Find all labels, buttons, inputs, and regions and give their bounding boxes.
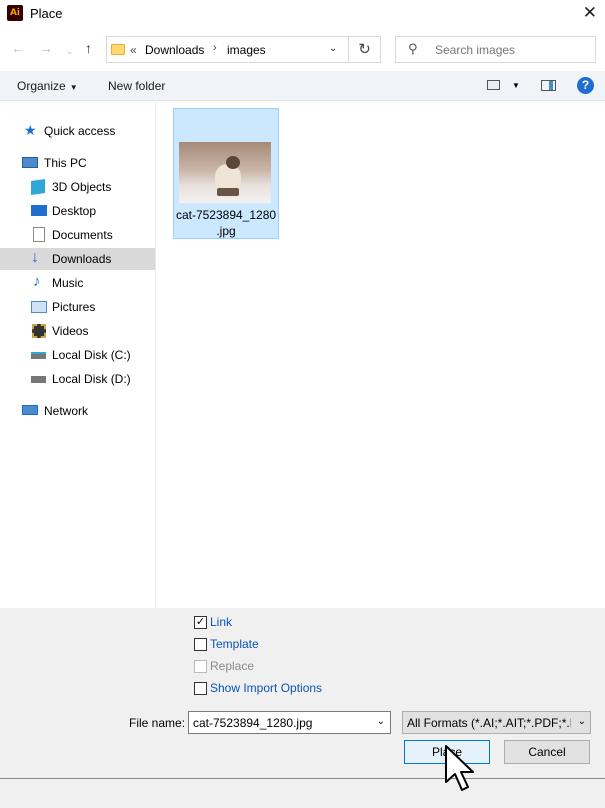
navigation-bar: ← → ⌄ ↑ « Downloads › images ⌄ ↻ ⚲ Searc… [0, 32, 605, 66]
chevron-down-icon[interactable]: ⌄ [377, 716, 385, 727]
refresh-button[interactable]: ↻ [349, 36, 381, 63]
organize-label: Organize [17, 79, 66, 93]
document-icon [33, 227, 45, 242]
organize-button[interactable]: Organize ▼ [17, 79, 78, 93]
sidebar-item-label: Network [44, 404, 89, 418]
sidebar-item-label: Local Disk (C:) [52, 348, 131, 362]
file-name-value: cat-7523894_1280.jpg [193, 716, 313, 730]
sidebar-item-downloads[interactable]: ↓ Downloads [0, 248, 155, 270]
show-import-options-checkbox[interactable] [194, 682, 207, 695]
sidebar-item-label: Documents [52, 228, 113, 242]
file-name-field-label: File name: [129, 716, 186, 730]
replace-label: Replace [210, 659, 255, 673]
file-type-filter-value: All Formats (*.AI;*.AIT;*.PDF;*.D [407, 716, 571, 730]
breadcrumb-images[interactable]: images [227, 43, 266, 57]
sidebar-item-local-disk-c[interactable]: Local Disk (C:) [0, 344, 155, 366]
file-item[interactable]: cat-7523894_1280 .jpg [173, 108, 279, 239]
sidebar-item-pictures[interactable]: Pictures [0, 296, 155, 318]
illustrator-app-icon: Ai [7, 5, 23, 21]
up-arrow-icon[interactable]: ↑ [85, 40, 92, 56]
sidebar-item-label: Music [52, 276, 84, 290]
sidebar-item-label: Videos [52, 324, 89, 338]
sidebar-item-desktop[interactable]: Desktop [0, 200, 155, 222]
caret-down-icon: ▼ [69, 83, 78, 92]
preview-pane-icon[interactable] [541, 80, 556, 91]
breadcrumb-overflow[interactable]: « [130, 43, 137, 57]
video-icon [32, 324, 46, 338]
sidebar-item-this-pc[interactable]: This PC [0, 152, 155, 174]
place-button[interactable]: Place [404, 740, 490, 764]
search-placeholder: Search images [435, 43, 516, 57]
sidebar-item-label: Quick access [44, 124, 116, 138]
sidebar-item-label: Local Disk (D:) [52, 372, 131, 386]
file-name-field[interactable]: cat-7523894_1280.jpg ⌄ [188, 711, 391, 734]
back-arrow-icon[interactable]: ← [11, 40, 25, 56]
file-list-view[interactable]: cat-7523894_1280 .jpg [157, 102, 605, 608]
star-icon: ★ [24, 122, 37, 138]
network-icon [22, 405, 38, 415]
forward-arrow-icon[interactable]: → [39, 40, 53, 56]
sidebar-item-quick-access[interactable]: ★ Quick access [0, 120, 155, 142]
navigation-pane[interactable]: ★ Quick access This PC 3D Objects Deskto… [0, 102, 156, 608]
search-input[interactable]: ⚲ Search images [395, 36, 596, 63]
template-checkbox[interactable] [194, 638, 207, 651]
download-icon: ↓ [31, 249, 39, 266]
computer-icon [22, 157, 38, 168]
command-toolbar: Organize ▼ New folder ▼ ? [0, 71, 605, 101]
sidebar-item-label: Downloads [52, 252, 112, 266]
link-label: Link [210, 615, 233, 629]
help-icon[interactable]: ? [577, 77, 594, 94]
change-view-icon[interactable] [487, 80, 500, 90]
file-type-filter-select[interactable]: All Formats (*.AI;*.AIT;*.PDF;*.D ⌄ [402, 711, 591, 734]
breadcrumb-downloads[interactable]: Downloads [145, 43, 204, 57]
drive-icon [31, 352, 46, 359]
drive-icon [31, 376, 46, 383]
view-options-caret-icon[interactable]: ▼ [512, 81, 520, 90]
desktop-icon [31, 205, 47, 216]
recent-locations-chevron-icon[interactable]: ⌄ [66, 43, 74, 59]
new-folder-button[interactable]: New folder [108, 79, 165, 93]
cat-head-shape [226, 156, 240, 169]
template-label: Template [210, 637, 259, 651]
sidebar-item-label: 3D Objects [52, 180, 112, 194]
divider [0, 778, 605, 779]
title-bar: Ai Place ✕ [0, 0, 605, 28]
sidebar-item-documents[interactable]: Documents [0, 224, 155, 246]
image-thumbnail [179, 142, 271, 203]
chevron-down-icon: ⌄ [575, 716, 586, 727]
music-icon: ♪ [33, 273, 41, 290]
sidebar-item-label: This PC [44, 156, 87, 170]
sidebar-item-network[interactable]: Network [0, 400, 155, 422]
sidebar-item-3d-objects[interactable]: 3D Objects [0, 176, 155, 198]
cube-icon [31, 179, 45, 195]
sidebar-item-label: Desktop [52, 204, 97, 218]
breadcrumb-chevron-icon[interactable]: › [213, 42, 217, 54]
search-icon: ⚲ [408, 41, 418, 56]
file-name-line-2: .jpg [216, 224, 236, 238]
sidebar-item-local-disk-d[interactable]: Local Disk (D:) [0, 368, 155, 390]
window-title: Place [30, 6, 63, 21]
link-checkbox[interactable]: ✓ [194, 616, 207, 629]
sidebar-item-videos[interactable]: Videos [0, 320, 155, 342]
cancel-button[interactable]: Cancel [504, 740, 590, 764]
show-import-options-label: Show Import Options [210, 681, 323, 695]
refresh-icon: ↻ [358, 41, 371, 58]
folder-icon [111, 44, 125, 55]
file-name-label: cat-7523894_1280 .jpg [174, 207, 278, 239]
close-icon[interactable]: ✕ [583, 3, 597, 23]
sidebar-item-music[interactable]: ♪ Music [0, 272, 155, 294]
replace-checkbox [194, 660, 207, 673]
sidebar-item-label: Pictures [52, 300, 96, 314]
cat-legs-shape [217, 188, 239, 196]
address-bar[interactable]: « Downloads › images ⌄ [106, 36, 349, 63]
file-name-line-1: cat-7523894_1280 [175, 208, 277, 222]
pictures-icon [31, 301, 47, 313]
address-history-dropdown-icon[interactable]: ⌄ [329, 43, 337, 54]
